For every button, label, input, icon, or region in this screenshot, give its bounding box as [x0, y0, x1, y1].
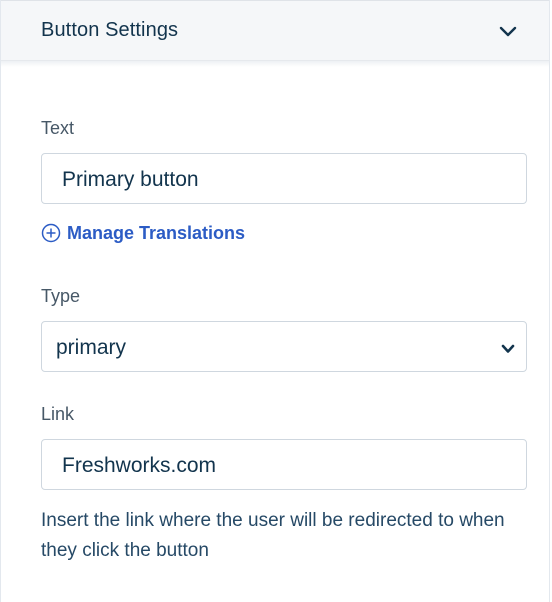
manage-translations-label: Manage Translations: [67, 222, 246, 243]
text-input[interactable]: Primary button: [41, 153, 527, 204]
type-select[interactable]: primary: [41, 321, 527, 372]
link-field-label: Link: [41, 404, 75, 424]
header-shadow: [1, 61, 549, 67]
type-select-value: primary: [56, 336, 127, 359]
link-helper-text: Insert the link where the user will be r…: [41, 510, 505, 561]
text-field-label: Text: [41, 118, 75, 138]
section-title: Button Settings: [41, 19, 179, 41]
link-input-value: Freshworks.com: [62, 454, 217, 477]
type-field-label: Type: [41, 286, 81, 306]
chevron-down-icon[interactable]: [497, 21, 519, 43]
text-input-value: Primary button: [62, 168, 199, 191]
chevron-down-icon: [500, 342, 516, 356]
manage-translations-link[interactable]: Manage Translations: [41, 222, 245, 244]
section-header[interactable]: Button Settings: [1, 0, 549, 61]
button-settings-panel: Button Settings Text Primary button Mana…: [0, 0, 550, 602]
plus-circle-icon: [41, 223, 61, 243]
link-input[interactable]: Freshworks.com: [41, 439, 527, 490]
